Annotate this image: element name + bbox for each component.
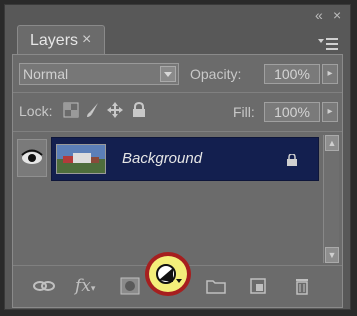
- blend-mode-select[interactable]: Normal: [19, 63, 179, 85]
- new-layer-icon[interactable]: [247, 276, 269, 296]
- opacity-arrow-button[interactable]: ▸: [322, 64, 338, 84]
- visibility-toggle[interactable]: [17, 139, 47, 177]
- fx-label: fx: [75, 276, 91, 296]
- new-adjustment-layer-button[interactable]: [145, 252, 191, 296]
- add-mask-icon[interactable]: [119, 276, 141, 296]
- lock-image-brush-icon[interactable]: [85, 102, 101, 118]
- divider: [13, 92, 342, 93]
- layer-lock-icon: [287, 154, 297, 166]
- collapse-button[interactable]: «: [315, 7, 323, 23]
- lock-transparent-icon[interactable]: [63, 102, 79, 118]
- opacity-field[interactable]: 100%: [264, 64, 320, 84]
- fill-arrow-button[interactable]: ▸: [322, 102, 338, 122]
- tab-layers-label: Layers: [30, 32, 79, 49]
- layer-thumbnail: [56, 144, 106, 174]
- layer-style-fx-icon[interactable]: fx▾: [75, 276, 105, 296]
- blend-mode-value: Normal: [23, 66, 69, 82]
- tab-close-icon[interactable]: ×: [82, 31, 91, 49]
- fill-field[interactable]: 100%: [264, 102, 320, 122]
- layers-list: Background ▲ ▼: [13, 135, 342, 263]
- scroll-up-button[interactable]: ▲: [325, 135, 339, 151]
- eye-icon: [21, 149, 43, 164]
- divider: [13, 131, 342, 132]
- lock-fill-row: Lock: Fill: 100% ▸: [19, 99, 338, 125]
- lock-label: Lock:: [19, 103, 53, 119]
- layer-row-background[interactable]: Background: [51, 137, 319, 181]
- link-layers-icon[interactable]: [33, 276, 55, 296]
- lock-position-move-icon[interactable]: [107, 102, 123, 118]
- close-panel-button[interactable]: ×: [333, 7, 341, 23]
- title-bar: « ×: [5, 5, 350, 27]
- new-adjustment-layer-icon: [156, 264, 182, 284]
- panel-menu-icon[interactable]: [318, 37, 340, 51]
- blend-opacity-row: Normal Opacity: 100% ▸: [19, 61, 338, 87]
- new-group-folder-icon[interactable]: [205, 276, 227, 296]
- lock-all-icon[interactable]: [131, 102, 147, 118]
- scroll-down-button[interactable]: ▼: [325, 247, 339, 263]
- fill-label: Fill:: [233, 104, 255, 120]
- opacity-label: Opacity:: [190, 66, 242, 82]
- layers-scrollbar[interactable]: ▲ ▼: [323, 135, 339, 263]
- tab-layers[interactable]: Layers ×: [17, 25, 105, 55]
- layer-name: Background: [122, 150, 203, 167]
- delete-layer-icon[interactable]: [291, 276, 313, 296]
- chevron-down-icon[interactable]: [160, 66, 176, 82]
